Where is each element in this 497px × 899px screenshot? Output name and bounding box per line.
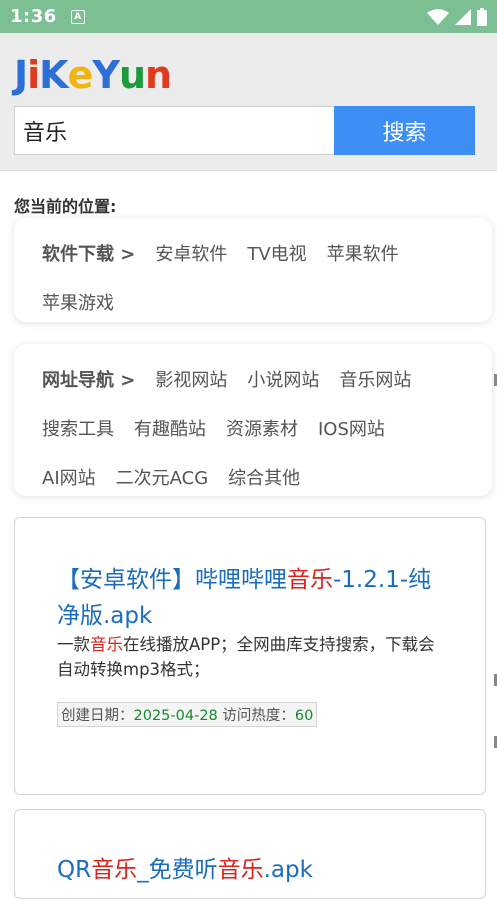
result-title-highlight: 音乐 <box>287 567 333 593</box>
nav-link[interactable]: TV电视 <box>247 240 306 266</box>
result-title-text: QR <box>57 857 92 883</box>
location-title: 您当前的位置: <box>14 197 117 216</box>
nav-link[interactable]: 小说网站 <box>247 366 319 392</box>
result-meta: 创建日期：2025-04-28 访问热度：60 <box>57 702 318 727</box>
result-card: 【安卓软件】哔哩哔哩音乐-1.2.1-纯净版.apk 一款音乐在线播放APP；全… <box>14 517 486 795</box>
created-date: 2025-04-28 <box>133 708 218 724</box>
logo-letter: u <box>118 53 146 97</box>
nav-link[interactable]: 苹果软件 <box>327 240 399 266</box>
result-title-text: .apk <box>263 857 313 883</box>
nav-link[interactable]: 有趣酷站 <box>134 415 206 441</box>
signal-icon <box>455 8 471 25</box>
status-bar: 1:36 A <box>0 0 497 33</box>
views-label: 访问热度： <box>222 708 295 724</box>
nav-link[interactable]: 影视网站 <box>155 366 227 392</box>
nav-category-software[interactable]: 软件下载 > <box>42 240 135 266</box>
result-title[interactable]: 【安卓软件】哔哩哔哩音乐-1.2.1-纯净版.apk <box>57 562 447 634</box>
logo-letter: K <box>39 53 68 97</box>
nav-link[interactable]: 搜索工具 <box>42 415 114 441</box>
nav-link[interactable]: 安卓软件 <box>155 240 227 266</box>
result-title-text: _免费听 <box>137 857 218 883</box>
result-desc-highlight: 音乐 <box>90 635 123 654</box>
nav-link[interactable]: IOS网站 <box>318 415 385 441</box>
nav-card-sites: 网址导航 > 影视网站 小说网站 音乐网站 搜索工具 有趣酷站 资源素材 IOS… <box>14 344 492 496</box>
logo-letter: e <box>67 53 94 97</box>
notification-icon: A <box>70 9 85 24</box>
status-icons <box>427 7 487 26</box>
site-logo[interactable]: JiKeYun <box>14 53 172 97</box>
nav-category-sites[interactable]: 网址导航 > <box>42 366 135 392</box>
wifi-icon <box>427 8 449 25</box>
views-count: 60 <box>294 708 314 724</box>
nav-link[interactable]: 资源素材 <box>226 415 298 441</box>
search-button[interactable]: 搜索 <box>334 106 475 155</box>
logo-letter: i <box>27 53 40 97</box>
result-title-text: 【安卓软件】哔哩哔哩 <box>57 567 287 593</box>
status-time: 1:36 <box>10 6 57 27</box>
search-bar: 搜索 <box>14 106 475 155</box>
nav-link[interactable]: 综合其他 <box>228 464 300 490</box>
logo-letter: Y <box>92 53 120 97</box>
search-input[interactable] <box>14 106 334 155</box>
battery-icon <box>477 7 487 26</box>
nav-link[interactable]: AI网站 <box>42 464 96 490</box>
result-description: 一款音乐在线播放APP；全网曲库支持搜索，下载会自动转换mp3格式； <box>57 632 447 682</box>
result-desc-text: 一款 <box>57 635 90 654</box>
result-card: QR音乐_免费听音乐.apk <box>14 809 486 899</box>
nav-link[interactable]: 音乐网站 <box>339 366 411 392</box>
logo-letter: J <box>14 53 28 97</box>
logo-letter: n <box>145 53 172 97</box>
nav-link[interactable]: 苹果游戏 <box>42 289 114 315</box>
site-header: JiKeYun 搜索 <box>0 33 497 171</box>
created-label: 创建日期： <box>61 708 134 724</box>
result-title-highlight: 音乐 <box>217 857 264 883</box>
nav-link[interactable]: 二次元ACG <box>116 464 209 490</box>
result-title-highlight: 音乐 <box>91 857 138 883</box>
nav-card-software: 软件下载 > 安卓软件 TV电视 苹果软件 苹果游戏 <box>14 218 492 322</box>
